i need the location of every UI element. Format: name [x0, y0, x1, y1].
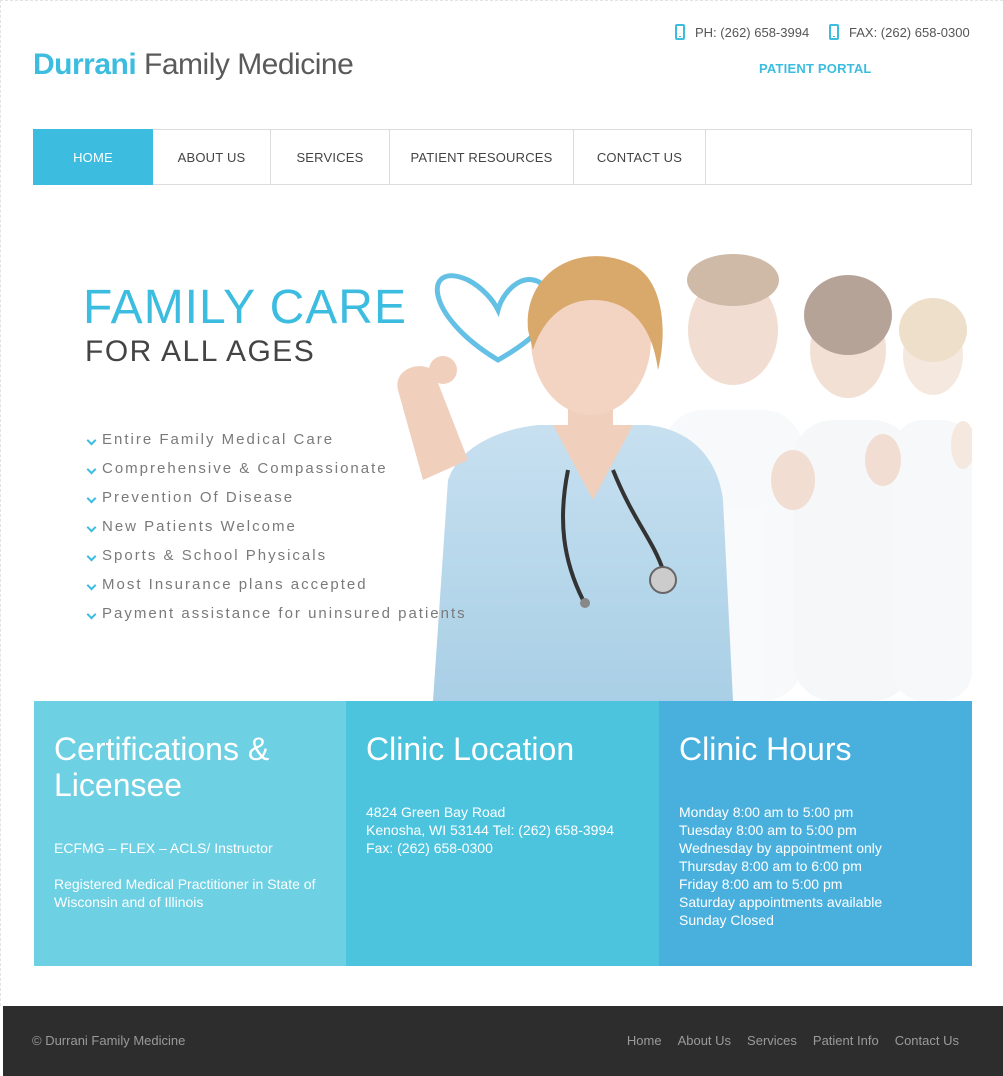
page-frame-left: [0, 0, 3, 1006]
check-icon: [87, 553, 97, 563]
hours-line: Wednesday by appointment only: [679, 840, 882, 856]
certifications-text-1: ECFMG – FLEX – ACLS/ Instructor: [54, 840, 273, 856]
check-icon: [87, 524, 97, 534]
nav-item-about-us[interactable]: ABOUT US: [153, 130, 271, 184]
nav-item-patient-resources[interactable]: PATIENT RESOURCES: [390, 130, 574, 184]
clinic-hours-panel: Clinic Hours Monday 8:00 am to 5:00 pm T…: [659, 701, 972, 966]
footer-nav: Home About Us Services Patient Info Cont…: [627, 1033, 959, 1048]
footer-link-patient-info[interactable]: Patient Info: [813, 1033, 879, 1048]
clinic-location-panel: Clinic Location 4824 Green Bay Road Keno…: [346, 701, 659, 966]
feature-text: New Patients Welcome: [102, 518, 297, 535]
check-icon: [87, 611, 97, 621]
feature-item: Comprehensive & Compassionate: [87, 454, 467, 483]
feature-item: New Patients Welcome: [87, 512, 467, 541]
hours-line: Sunday Closed: [679, 912, 774, 928]
info-panels: Certifications & Licensee ECFMG – FLEX –…: [34, 701, 972, 966]
feature-text: Payment assistance for uninsured patient…: [102, 605, 467, 622]
fax-phone-icon: [829, 24, 839, 40]
footer-link-about-us[interactable]: About Us: [678, 1033, 731, 1048]
feature-item: Prevention Of Disease: [87, 483, 467, 512]
site-logo[interactable]: Durrani Family Medicine: [33, 48, 354, 82]
feature-text: Prevention Of Disease: [102, 489, 295, 506]
main-nav: HOME ABOUT US SERVICES PATIENT RESOURCES…: [33, 129, 972, 185]
hero-title: FAMILY CARE: [83, 281, 407, 334]
feature-text: Entire Family Medical Care: [102, 431, 335, 448]
footer-link-home[interactable]: Home: [627, 1033, 662, 1048]
nav-item-contact-us[interactable]: CONTACT US: [574, 130, 706, 184]
logo-brand: Durrani: [33, 48, 137, 81]
check-icon: [87, 495, 97, 505]
check-icon: [87, 582, 97, 592]
feature-item: Most Insurance plans accepted: [87, 570, 467, 599]
fax-contact: FAX: (262) 658-0300: [829, 22, 970, 42]
logo-rest: Family Medicine: [144, 48, 354, 81]
phone-contact: PH: (262) 658-3994: [675, 22, 809, 42]
feature-item: Payment assistance for uninsured patient…: [87, 599, 467, 628]
footer-link-contact-us[interactable]: Contact Us: [895, 1033, 959, 1048]
nav-item-services[interactable]: SERVICES: [271, 130, 390, 184]
certifications-title: Certifications & Licensee: [54, 731, 270, 803]
clinic-location-title: Clinic Location: [366, 731, 575, 767]
feature-item: Sports & School Physicals: [87, 541, 467, 570]
page-frame-top: [0, 0, 1003, 3]
hours-line: Friday 8:00 am to 5:00 pm: [679, 876, 843, 892]
certifications-panel: Certifications & Licensee ECFMG – FLEX –…: [34, 701, 346, 966]
copyright-text: © Durrani Family Medicine: [32, 1033, 186, 1048]
check-icon: [87, 466, 97, 476]
location-line: Fax: (262) 658-0300: [366, 840, 493, 856]
hours-line: Tuesday 8:00 am to 5:00 pm: [679, 822, 857, 838]
site-footer: © Durrani Family Medicine Home About Us …: [3, 1006, 1003, 1076]
location-line: Kenosha, WI 53144 Tel: (262) 658-3994: [366, 822, 615, 838]
patient-portal-link[interactable]: PATIENT PORTAL: [759, 61, 872, 76]
feature-text: Sports & School Physicals: [102, 547, 328, 564]
phone-icon: [675, 24, 685, 40]
feature-list: Entire Family Medical Care Comprehensive…: [87, 425, 467, 628]
certifications-text-2: Registered Medical Practitioner in State…: [54, 876, 316, 910]
feature-text: Comprehensive & Compassionate: [102, 460, 388, 477]
hero-banner: FAMILY CARE FOR ALL AGES Entire Family M…: [33, 220, 972, 701]
hours-line: Monday 8:00 am to 5:00 pm: [679, 804, 854, 820]
footer-link-services[interactable]: Services: [747, 1033, 797, 1048]
clinic-hours-title: Clinic Hours: [679, 731, 852, 767]
hours-line: Thursday 8:00 am to 6:00 pm: [679, 858, 862, 874]
feature-text: Most Insurance plans accepted: [102, 576, 368, 593]
fax-text: FAX: (262) 658-0300: [849, 24, 970, 40]
nav-item-home[interactable]: HOME: [33, 129, 153, 185]
location-line: 4824 Green Bay Road: [366, 804, 506, 820]
hours-line: Saturday appointments available: [679, 894, 883, 910]
check-icon: [87, 437, 97, 447]
phone-text: PH: (262) 658-3994: [695, 24, 810, 40]
hero-subtitle: FOR ALL AGES: [85, 335, 316, 368]
feature-item: Entire Family Medical Care: [87, 425, 467, 454]
